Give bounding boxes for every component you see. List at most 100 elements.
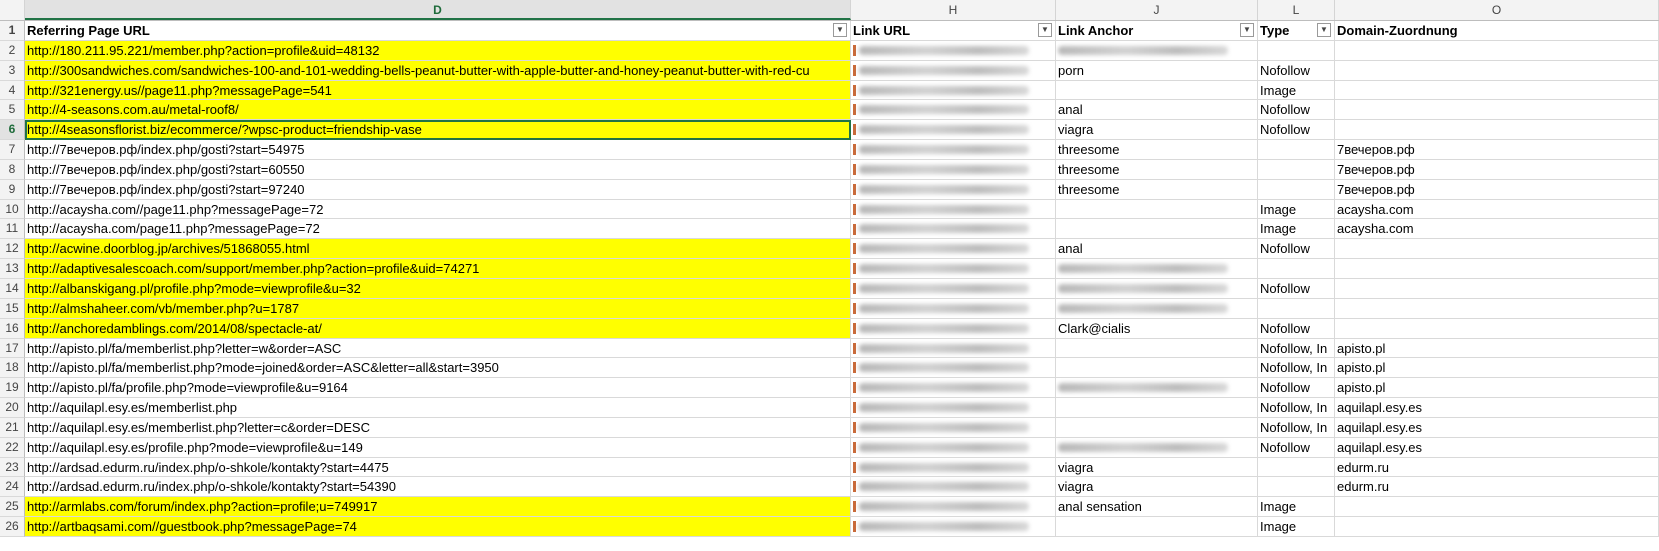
cell-domain[interactable]: 7вечеров.рф [1335,179,1659,200]
cell-link-anchor[interactable] [1056,358,1258,379]
cell-link-url[interactable] [851,378,1056,399]
row-number[interactable]: 9 [0,179,25,200]
cell-type[interactable] [1258,159,1335,180]
cell-domain[interactable] [1335,40,1659,61]
cell-domain[interactable]: aquilapl.esy.es [1335,437,1659,458]
cell-link-url[interactable] [851,179,1056,200]
cell-domain[interactable] [1335,517,1659,537]
cell-link-anchor[interactable] [1056,338,1258,359]
cell-domain[interactable]: 7вечеров.рф [1335,159,1659,180]
cell-link-url[interactable] [851,517,1056,537]
cell-link-anchor[interactable] [1056,199,1258,220]
column-header-j[interactable]: J [1056,0,1258,20]
cell-link-url[interactable] [851,100,1056,121]
row-number[interactable]: 21 [0,417,25,438]
cell-type[interactable]: Nofollow [1258,278,1335,299]
row-number[interactable]: 10 [0,199,25,220]
cell-domain[interactable]: acaysha.com [1335,199,1659,220]
cell-referring-url[interactable]: http://180.211.95.221/member.php?action=… [25,40,851,61]
row-number[interactable]: 1 [0,21,25,41]
cell-referring-url[interactable]: http://apisto.pl/fa/memberlist.php?mode=… [25,358,851,379]
cell-referring-url[interactable]: http://apisto.pl/fa/profile.php?mode=vie… [25,378,851,399]
cell-domain[interactable] [1335,239,1659,260]
cell-referring-url[interactable]: http://321energy.us//page11.php?messageP… [25,80,851,101]
header-cell-referring-page-url[interactable]: Referring Page URL ▼ [25,21,851,41]
filter-dropdown-icon[interactable]: ▼ [833,23,847,37]
row-number[interactable]: 8 [0,159,25,180]
cell-type[interactable]: Nofollow [1258,120,1335,141]
cell-link-anchor[interactable]: threesome [1056,179,1258,200]
cell-link-url[interactable] [851,398,1056,418]
cell-domain[interactable]: apisto.pl [1335,358,1659,379]
cell-link-url[interactable] [851,358,1056,379]
cell-link-url[interactable] [851,437,1056,458]
cell-referring-url[interactable]: http://ardsad.edurm.ru/index.php/o-shkol… [25,477,851,498]
cell-domain[interactable]: edurm.ru [1335,477,1659,498]
cell-type[interactable] [1258,298,1335,319]
cell-type[interactable]: Nofollow, In [1258,358,1335,379]
cell-domain[interactable]: apisto.pl [1335,338,1659,359]
cell-link-url[interactable] [851,219,1056,240]
row-number[interactable]: 16 [0,318,25,339]
cell-referring-url[interactable]: http://acwine.doorblog.jp/archives/51868… [25,239,851,260]
cell-type[interactable]: Nofollow [1258,378,1335,399]
cell-link-anchor[interactable]: anal sensation [1056,497,1258,518]
cell-type[interactable] [1258,259,1335,279]
column-header-l[interactable]: L [1258,0,1335,20]
cell-link-anchor[interactable] [1056,278,1258,299]
cell-link-url[interactable] [851,140,1056,160]
row-number[interactable]: 19 [0,378,25,399]
row-number[interactable]: 25 [0,497,25,518]
cell-domain[interactable]: aquilapl.esy.es [1335,398,1659,418]
cell-referring-url[interactable]: http://adaptivesalescoach.com/support/me… [25,259,851,279]
cell-type[interactable]: Image [1258,80,1335,101]
cell-link-url[interactable] [851,199,1056,220]
cell-type[interactable]: Image [1258,219,1335,240]
cell-link-url[interactable] [851,298,1056,319]
header-cell-type[interactable]: Type ▼ [1258,21,1335,41]
row-number[interactable]: 14 [0,278,25,299]
cell-referring-url[interactable]: http://apisto.pl/fa/memberlist.php?lette… [25,338,851,359]
header-cell-link-url[interactable]: Link URL ▼ [851,21,1056,41]
cell-type[interactable] [1258,477,1335,498]
cell-domain[interactable] [1335,497,1659,518]
cell-link-url[interactable] [851,120,1056,141]
cell-link-url[interactable] [851,278,1056,299]
cell-domain[interactable] [1335,60,1659,81]
cell-type[interactable] [1258,179,1335,200]
select-all-corner[interactable] [0,0,25,20]
cell-referring-url[interactable]: http://aquilapl.esy.es/profile.php?mode=… [25,437,851,458]
row-number[interactable]: 6 [0,120,25,141]
cell-referring-url[interactable]: http://4seasonsflorist.biz/ecommerce/?wp… [25,120,851,141]
cell-referring-url[interactable]: http://acaysha.com/page11.php?messagePag… [25,219,851,240]
cell-link-anchor[interactable]: viagra [1056,477,1258,498]
row-number[interactable]: 5 [0,100,25,121]
row-number[interactable]: 3 [0,60,25,81]
row-number[interactable]: 20 [0,398,25,418]
row-number[interactable]: 17 [0,338,25,359]
cell-type[interactable] [1258,457,1335,478]
cell-referring-url[interactable]: http://aquilapl.esy.es/memberlist.php [25,398,851,418]
cell-link-anchor[interactable]: anal [1056,100,1258,121]
filter-dropdown-icon[interactable]: ▼ [1240,23,1254,37]
cell-domain[interactable]: 7вечеров.рф [1335,140,1659,160]
row-number[interactable]: 7 [0,140,25,160]
cell-link-anchor[interactable] [1056,437,1258,458]
row-number[interactable]: 15 [0,298,25,319]
row-number[interactable]: 4 [0,80,25,101]
cell-type[interactable]: Nofollow, In [1258,417,1335,438]
cell-type[interactable] [1258,140,1335,160]
cell-link-anchor[interactable]: viagra [1056,120,1258,141]
cell-link-url[interactable] [851,239,1056,260]
cell-link-url[interactable] [851,338,1056,359]
cell-link-anchor[interactable] [1056,259,1258,279]
cell-referring-url[interactable]: http://300sandwiches.com/sandwiches-100-… [25,60,851,81]
cell-link-anchor[interactable]: Clark@cialis [1056,318,1258,339]
cell-type[interactable]: Nofollow, In [1258,338,1335,359]
cell-link-anchor[interactable] [1056,80,1258,101]
row-number[interactable]: 11 [0,219,25,240]
cell-link-anchor[interactable] [1056,398,1258,418]
cell-type[interactable]: Image [1258,497,1335,518]
cell-domain[interactable]: apisto.pl [1335,378,1659,399]
cell-link-url[interactable] [851,159,1056,180]
